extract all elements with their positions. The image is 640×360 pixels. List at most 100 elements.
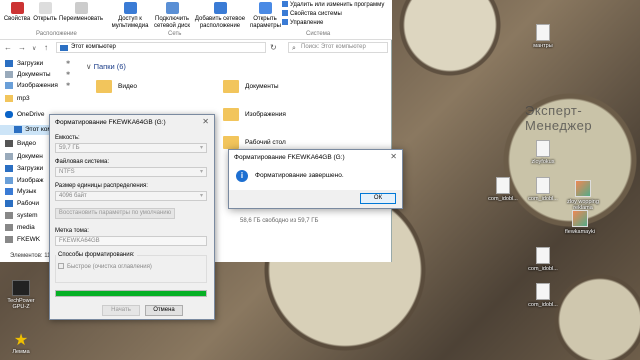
sidebar-item-documents-2[interactable]: Докумен xyxy=(5,153,43,160)
system-icon xyxy=(282,10,288,16)
settings-icon xyxy=(258,2,272,14)
management-button[interactable]: Управление xyxy=(282,19,323,26)
properties-button[interactable]: Свойства xyxy=(2,2,32,23)
uninstall-program-button[interactable]: Удалить или изменить программу xyxy=(282,1,384,8)
sidebar-item-desktop[interactable]: Рабочи xyxy=(5,200,39,207)
restore-defaults-button[interactable]: Восстановить параметры по умолчанию xyxy=(55,208,175,219)
sidebar-item-usb-drive[interactable]: FKEWK xyxy=(5,236,40,243)
sidebar-item-pictures[interactable]: Изображения xyxy=(5,82,58,89)
history-chevron-icon[interactable]: ∨ xyxy=(32,45,36,52)
folder-videos[interactable]: Видео xyxy=(96,80,137,93)
image-icon xyxy=(575,180,591,197)
navigation-pane: Загрузки Документы Изображения mp3 OneDr… xyxy=(0,56,58,251)
forward-icon[interactable]: → xyxy=(18,43,26,52)
folder-desktop[interactable]: Рабочий стол xyxy=(223,136,286,149)
sidebar-item-this-pc[interactable]: Этот комп xyxy=(0,125,55,135)
rename-button[interactable]: Переименовать xyxy=(58,2,104,23)
drive-icon xyxy=(5,224,13,231)
open-icon xyxy=(38,2,52,14)
drive-free-space: 58,6 ГБ свободно из 59,7 ГБ xyxy=(240,218,319,224)
computer-icon xyxy=(60,45,68,51)
downloads-icon xyxy=(5,165,13,172)
sidebar-item-documents[interactable]: Документы xyxy=(5,71,51,78)
chevron-down-icon: ▾ xyxy=(199,145,203,151)
onedrive-icon xyxy=(5,111,13,118)
chevron-down-icon: ▾ xyxy=(199,193,203,199)
map-drive-button[interactable]: Подключить сетевой диск xyxy=(152,2,192,30)
sidebar-item-mp3[interactable]: mp3 xyxy=(5,95,30,102)
sidebar-item-downloads-2[interactable]: Загрузки xyxy=(5,165,43,172)
sidebar-item-onedrive[interactable]: OneDrive xyxy=(5,111,44,118)
format-complete-dialog: Форматирование FKEWKA64GB (G:) ✕ i Форма… xyxy=(228,149,403,209)
folder-icon xyxy=(223,108,239,121)
rename-icon xyxy=(74,2,88,14)
pin-icon: ✱ xyxy=(66,60,71,66)
desktop-icon-com-4[interactable]: com_idobl... xyxy=(523,283,563,308)
gpuz-icon xyxy=(12,280,30,296)
folders-section-header[interactable]: ∨ Папки (6) xyxy=(86,62,126,71)
volume-label-input[interactable]: FKEWKA64GB xyxy=(55,236,207,246)
desktop-icon-com-1[interactable]: com_idobl... xyxy=(483,177,523,202)
media-icon xyxy=(123,2,137,14)
computer-icon xyxy=(14,126,22,133)
sidebar-item-videos[interactable]: Видео xyxy=(5,140,36,147)
up-icon[interactable]: ↑ xyxy=(44,43,48,52)
chevron-down-icon: ▾ xyxy=(199,169,203,175)
image-icon xyxy=(572,210,588,227)
desktop-icon-com-2[interactable]: com_idobl... xyxy=(523,177,563,202)
folder-pictures[interactable]: Изображения xyxy=(223,108,286,121)
videos-icon xyxy=(5,140,13,147)
sidebar-item-media-drive[interactable]: media xyxy=(5,224,35,231)
quick-format-checkbox[interactable]: Быстрое (очистка оглавления) xyxy=(58,263,152,270)
sidebar-item-music[interactable]: Музык xyxy=(5,188,36,195)
document-icon xyxy=(496,177,510,194)
document-icon xyxy=(536,177,550,194)
message-footer: ОК xyxy=(229,190,402,208)
format-dialog: Форматирование FKEWKA64GB (G:) ✕ Емкость… xyxy=(49,114,215,320)
add-location-button[interactable]: Добавить сетевое расположение xyxy=(194,2,246,30)
open-button[interactable]: Открыть xyxy=(32,2,58,23)
sidebar-item-pictures-2[interactable]: Изображ xyxy=(5,177,44,184)
desktop-icon-gpuz[interactable]: TechPower GPU-Z xyxy=(4,280,38,310)
refresh-icon[interactable]: ↻ xyxy=(270,43,277,52)
folder-documents[interactable]: Документы xyxy=(223,80,279,93)
fs-select[interactable]: NTFS ▾ xyxy=(55,167,207,177)
close-icon[interactable]: ✕ xyxy=(202,117,209,126)
network-drive-icon xyxy=(165,2,179,14)
info-icon: i xyxy=(236,170,248,182)
desktop-icon-lemma[interactable]: ★ Лемма xyxy=(4,333,38,356)
desktop-icon-com-3[interactable]: com_idobl... xyxy=(523,247,563,272)
usb-drive-icon xyxy=(5,236,13,243)
cluster-select[interactable]: 4096 байт ▾ xyxy=(55,191,207,201)
address-box[interactable]: Этот компьютер xyxy=(56,42,266,53)
music-icon xyxy=(5,188,13,195)
capacity-select[interactable]: 59,7 ГБ ▾ xyxy=(55,143,207,153)
media-access-button[interactable]: Доступ к мультимедиа xyxy=(110,2,150,30)
desktop-icon-zloyfokus[interactable]: zloyfokus xyxy=(523,140,563,165)
properties-icon xyxy=(10,2,24,14)
desktop-icon-mantry[interactable]: мантры xyxy=(523,24,563,49)
back-icon[interactable]: ← xyxy=(4,43,12,52)
close-icon[interactable]: ✕ xyxy=(390,152,397,161)
capacity-label: Емкость: xyxy=(55,135,80,141)
format-dialog-title: Форматирование FKEWKA64GB (G:) xyxy=(55,119,166,126)
watermark: Эксперт-Менеджер xyxy=(525,103,593,133)
search-input[interactable]: ⌕ Поиск: Этот компьютер xyxy=(288,42,388,53)
progress-fill xyxy=(56,291,206,296)
sidebar-item-system-drive[interactable]: system xyxy=(5,212,38,219)
folder-icon xyxy=(223,136,239,149)
desktop-icon-flewkamayki[interactable]: flewkamayki xyxy=(560,210,600,235)
desktop-icon-reklama[interactable]: zloy wopping reklama xyxy=(563,180,603,211)
open-settings-button[interactable]: Открыть параметры xyxy=(250,2,281,30)
pin-icon: ✱ xyxy=(66,82,71,88)
pictures-icon xyxy=(5,177,13,184)
network-location-icon xyxy=(213,2,227,14)
start-button[interactable]: Начать xyxy=(102,305,140,316)
ok-button[interactable]: ОК xyxy=(360,193,396,204)
cancel-button[interactable]: Отмена xyxy=(145,305,183,316)
group-location: Расположение xyxy=(36,31,77,37)
cluster-label: Размер единицы распределения: xyxy=(55,183,148,189)
system-properties-button[interactable]: Свойства системы xyxy=(282,10,342,17)
sidebar-item-downloads[interactable]: Загрузки xyxy=(5,60,43,67)
folder-icon xyxy=(96,80,112,93)
